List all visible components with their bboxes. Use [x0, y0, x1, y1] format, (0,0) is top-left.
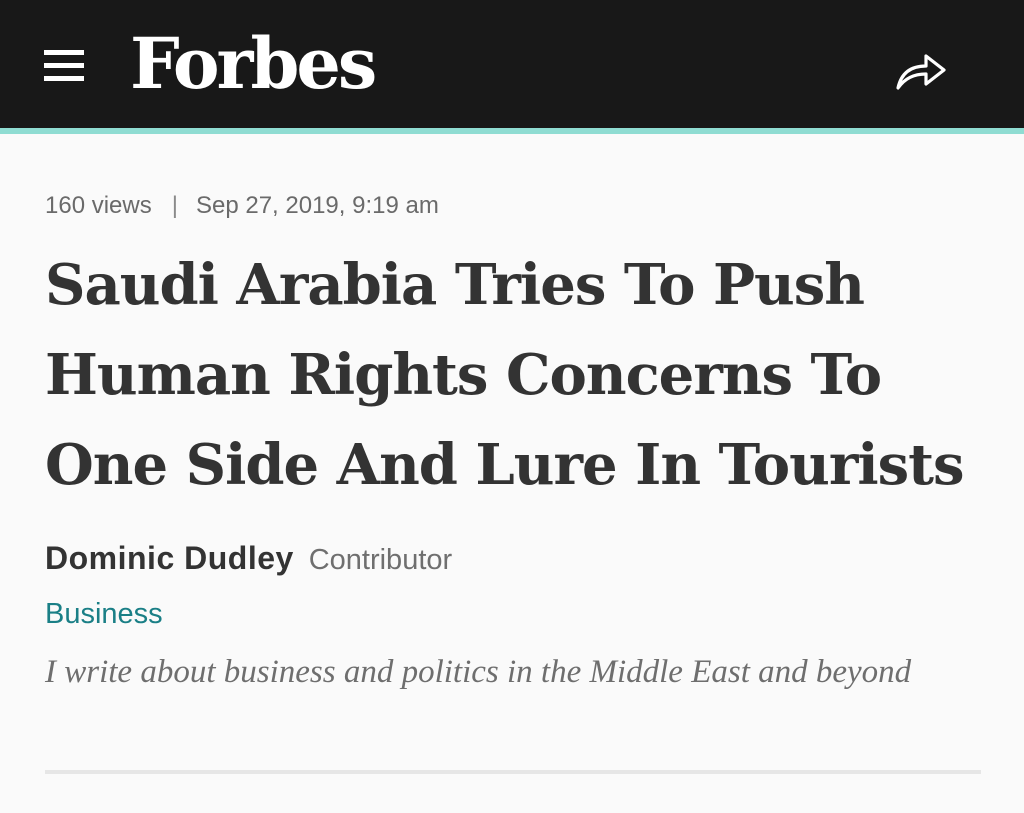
share-arrow-icon — [896, 54, 946, 90]
publish-date: Sep 27, 2019, 9:19 am — [195, 192, 439, 219]
view-count: 160 views — [45, 192, 152, 219]
byline: Dominic Dudley Contributor — [45, 538, 452, 580]
header-accent-strip — [0, 128, 1024, 134]
article-meta: 160 views | Sep 27, 2019, 9:19 am — [45, 190, 439, 222]
meta-separator: | — [171, 192, 178, 219]
top-navigation-bar: Forbes — [0, 0, 1024, 128]
content-divider — [45, 770, 981, 774]
hamburger-menu-icon — [44, 63, 84, 68]
author-bio: I write about business and politics in t… — [45, 654, 912, 690]
hamburger-menu-icon — [44, 76, 84, 81]
hamburger-menu-icon — [44, 50, 84, 55]
share-button[interactable] — [892, 44, 950, 94]
menu-button[interactable] — [40, 44, 88, 88]
author-role: Contributor — [308, 544, 453, 576]
author-name-link[interactable]: Dominic Dudley — [45, 540, 294, 576]
article-headline: Saudi Arabia Tries To Push Human Rights … — [45, 252, 965, 498]
forbes-article-page: Forbes 160 views | Sep 27, 2019, 9:19 am S… — [0, 0, 1024, 813]
forbes-logo[interactable]: Forbes — [130, 22, 377, 106]
section-link[interactable]: Business — [45, 596, 163, 632]
